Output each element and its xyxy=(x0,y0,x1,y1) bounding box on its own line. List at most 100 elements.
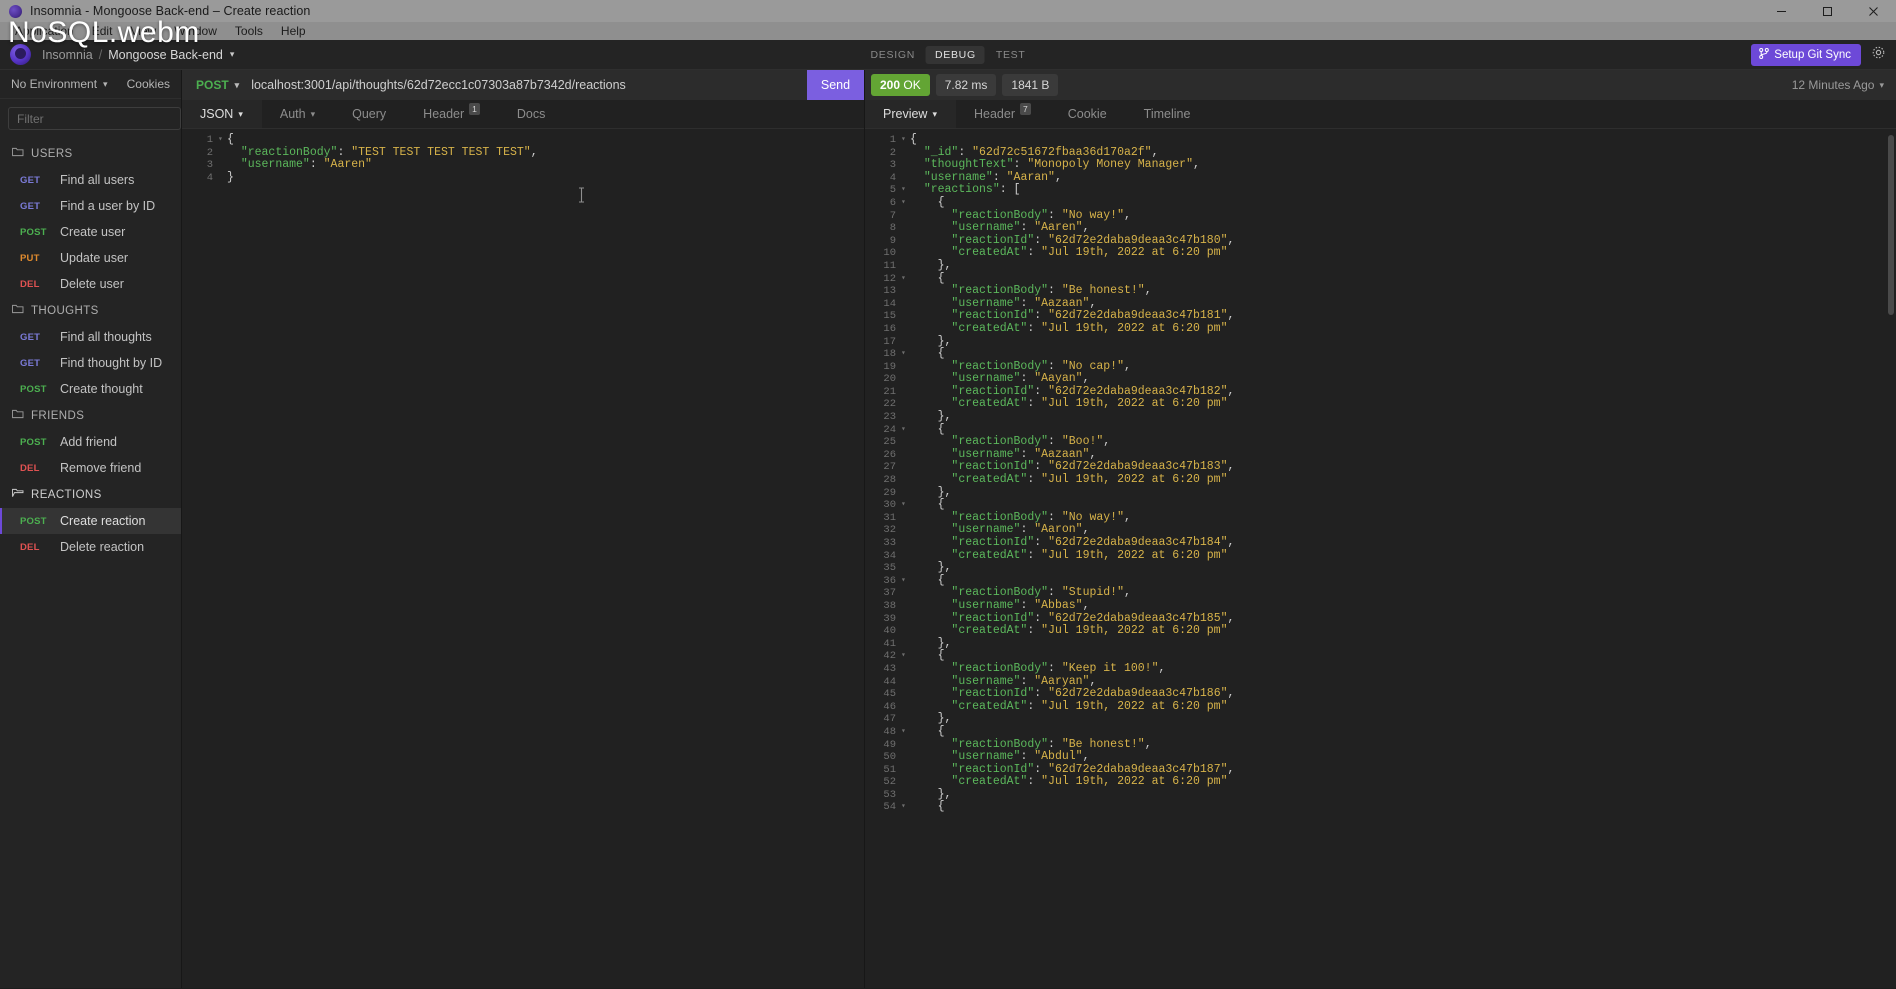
fold-toggle-icon[interactable] xyxy=(901,411,910,424)
minimize-button[interactable] xyxy=(1758,0,1804,22)
fold-toggle-icon[interactable] xyxy=(901,663,910,676)
menu-view[interactable]: View xyxy=(121,22,165,40)
fold-toggle-icon[interactable] xyxy=(901,323,910,336)
sidebar-item-update-user[interactable]: PUT Update user xyxy=(0,245,181,271)
tab-timeline[interactable]: Timeline xyxy=(1126,100,1210,128)
tab-auth[interactable]: Auth ▾ xyxy=(262,100,334,128)
fold-toggle-icon[interactable]: ▾ xyxy=(901,650,910,663)
fold-toggle-icon[interactable] xyxy=(901,310,910,323)
fold-toggle-icon[interactable] xyxy=(901,235,910,248)
fold-toggle-icon[interactable] xyxy=(901,361,910,374)
response-size[interactable]: 1841 B xyxy=(1002,74,1059,96)
method-selector[interactable]: POST ▾ xyxy=(182,78,251,92)
fold-toggle-icon[interactable] xyxy=(901,776,910,789)
fold-toggle-icon[interactable] xyxy=(901,172,910,185)
sidebar-item-delete-reaction[interactable]: DEL Delete reaction xyxy=(0,534,181,560)
fold-toggle-icon[interactable] xyxy=(901,386,910,399)
fold-toggle-icon[interactable] xyxy=(901,550,910,563)
sidebar-item-find-all-users[interactable]: GET Find all users xyxy=(0,167,181,193)
tab-test[interactable]: TEST xyxy=(987,46,1035,64)
fold-toggle-icon[interactable] xyxy=(901,562,910,575)
fold-toggle-icon[interactable] xyxy=(901,524,910,537)
fold-toggle-icon[interactable]: ▾ xyxy=(218,134,227,147)
fold-toggle-icon[interactable]: ▾ xyxy=(901,801,910,814)
tab-docs[interactable]: Docs xyxy=(499,100,564,128)
filter-input[interactable] xyxy=(8,107,181,130)
fold-toggle-icon[interactable] xyxy=(901,298,910,311)
request-body-code[interactable]: 1 ▾{2 "reactionBody": "TEST TEST TEST TES… xyxy=(182,133,864,185)
tab-preview[interactable]: Preview ▾ xyxy=(865,100,956,128)
fold-toggle-icon[interactable] xyxy=(901,247,910,260)
sidebar-item-add-friend[interactable]: POST Add friend xyxy=(0,429,181,455)
fold-toggle-icon[interactable] xyxy=(901,285,910,298)
send-button[interactable]: Send xyxy=(807,70,864,100)
breadcrumb-workspace[interactable]: Mongoose Back-end xyxy=(108,48,223,62)
tab-debug[interactable]: DEBUG xyxy=(925,45,985,64)
menu-tools[interactable]: Tools xyxy=(226,22,272,40)
fold-toggle-icon[interactable] xyxy=(901,222,910,235)
fold-toggle-icon[interactable] xyxy=(901,373,910,386)
sidebar-item-delete-user[interactable]: DEL Delete user xyxy=(0,271,181,297)
gear-icon[interactable] xyxy=(1871,45,1886,65)
fold-toggle-icon[interactable] xyxy=(901,474,910,487)
tab-query[interactable]: Query xyxy=(334,100,405,128)
environment-selector[interactable]: No Environment ▾ xyxy=(11,77,108,91)
fold-toggle-icon[interactable]: ▾ xyxy=(901,575,910,588)
folder-thoughts[interactable]: THOUGHTS xyxy=(0,297,181,324)
menu-edit[interactable]: Edit xyxy=(83,22,122,40)
fold-toggle-icon[interactable]: ▾ xyxy=(901,424,910,437)
tab-header[interactable]: Header 1 xyxy=(405,100,499,128)
sidebar-item-remove-friend[interactable]: DEL Remove friend xyxy=(0,455,181,481)
sidebar-item-create-thought[interactable]: POST Create thought xyxy=(0,376,181,402)
status-badge[interactable]: 200 OK xyxy=(871,74,930,96)
chevron-down-icon[interactable]: ▾ xyxy=(230,49,235,60)
response-history-selector[interactable]: 12 Minutes Ago ▾ xyxy=(1792,78,1884,92)
fold-toggle-icon[interactable]: ▾ xyxy=(901,726,910,739)
maximize-button[interactable] xyxy=(1804,0,1850,22)
tab-response-header[interactable]: Header 7 xyxy=(956,100,1050,128)
fold-toggle-icon[interactable] xyxy=(901,159,910,172)
sidebar-item-create-reaction[interactable]: POST Create reaction xyxy=(0,508,181,534)
fold-toggle-icon[interactable]: ▾ xyxy=(901,348,910,361)
fold-toggle-icon[interactable] xyxy=(901,625,910,638)
menu-help[interactable]: Help xyxy=(272,22,315,40)
fold-toggle-icon[interactable] xyxy=(901,487,910,500)
fold-toggle-icon[interactable] xyxy=(901,461,910,474)
fold-toggle-icon[interactable]: ▾ xyxy=(901,273,910,286)
fold-toggle-icon[interactable] xyxy=(901,600,910,613)
menu-window[interactable]: Window xyxy=(165,22,226,40)
fold-toggle-icon[interactable] xyxy=(901,638,910,651)
folder-reactions[interactable]: REACTIONS xyxy=(0,481,181,508)
setup-git-sync-button[interactable]: Setup Git Sync xyxy=(1751,43,1861,66)
fold-toggle-icon[interactable] xyxy=(901,210,910,223)
sidebar-item-find-thought-by-id[interactable]: GET Find thought by ID xyxy=(0,350,181,376)
folder-friends[interactable]: FRIENDS xyxy=(0,402,181,429)
folder-users[interactable]: USERS xyxy=(0,140,181,167)
fold-toggle-icon[interactable] xyxy=(901,713,910,726)
sidebar-item-find-all-thoughts[interactable]: GET Find all thoughts xyxy=(0,324,181,350)
fold-toggle-icon[interactable] xyxy=(218,159,227,172)
fold-toggle-icon[interactable] xyxy=(901,336,910,349)
fold-toggle-icon[interactable] xyxy=(218,172,227,185)
tab-cookie[interactable]: Cookie xyxy=(1050,100,1126,128)
sidebar-item-create-user[interactable]: POST Create user xyxy=(0,219,181,245)
tab-design[interactable]: DESIGN xyxy=(862,46,924,64)
sidebar-item-find-a-user-by-id[interactable]: GET Find a user by ID xyxy=(0,193,181,219)
fold-toggle-icon[interactable] xyxy=(901,449,910,462)
fold-toggle-icon[interactable] xyxy=(901,537,910,550)
fold-toggle-icon[interactable] xyxy=(901,398,910,411)
fold-toggle-icon[interactable]: ▾ xyxy=(901,184,910,197)
fold-toggle-icon[interactable] xyxy=(901,147,910,160)
request-body-editor[interactable]: 1 ▾{2 "reactionBody": "TEST TEST TEST TES… xyxy=(182,129,864,988)
fold-toggle-icon[interactable] xyxy=(901,701,910,714)
response-time[interactable]: 7.82 ms xyxy=(935,74,997,96)
fold-toggle-icon[interactable] xyxy=(901,739,910,752)
url-input[interactable]: localhost:3001/api/thoughts/62d72ecc1c07… xyxy=(251,78,807,92)
fold-toggle-icon[interactable] xyxy=(901,436,910,449)
response-body-viewer[interactable]: 1 ▾{2 "_id": "62d72c51672fbaa36d170a2f", 3… xyxy=(865,129,1896,988)
fold-toggle-icon[interactable] xyxy=(901,688,910,701)
fold-toggle-icon[interactable] xyxy=(901,676,910,689)
fold-toggle-icon[interactable] xyxy=(901,512,910,525)
fold-toggle-icon[interactable] xyxy=(901,613,910,626)
fold-toggle-icon[interactable] xyxy=(901,764,910,777)
